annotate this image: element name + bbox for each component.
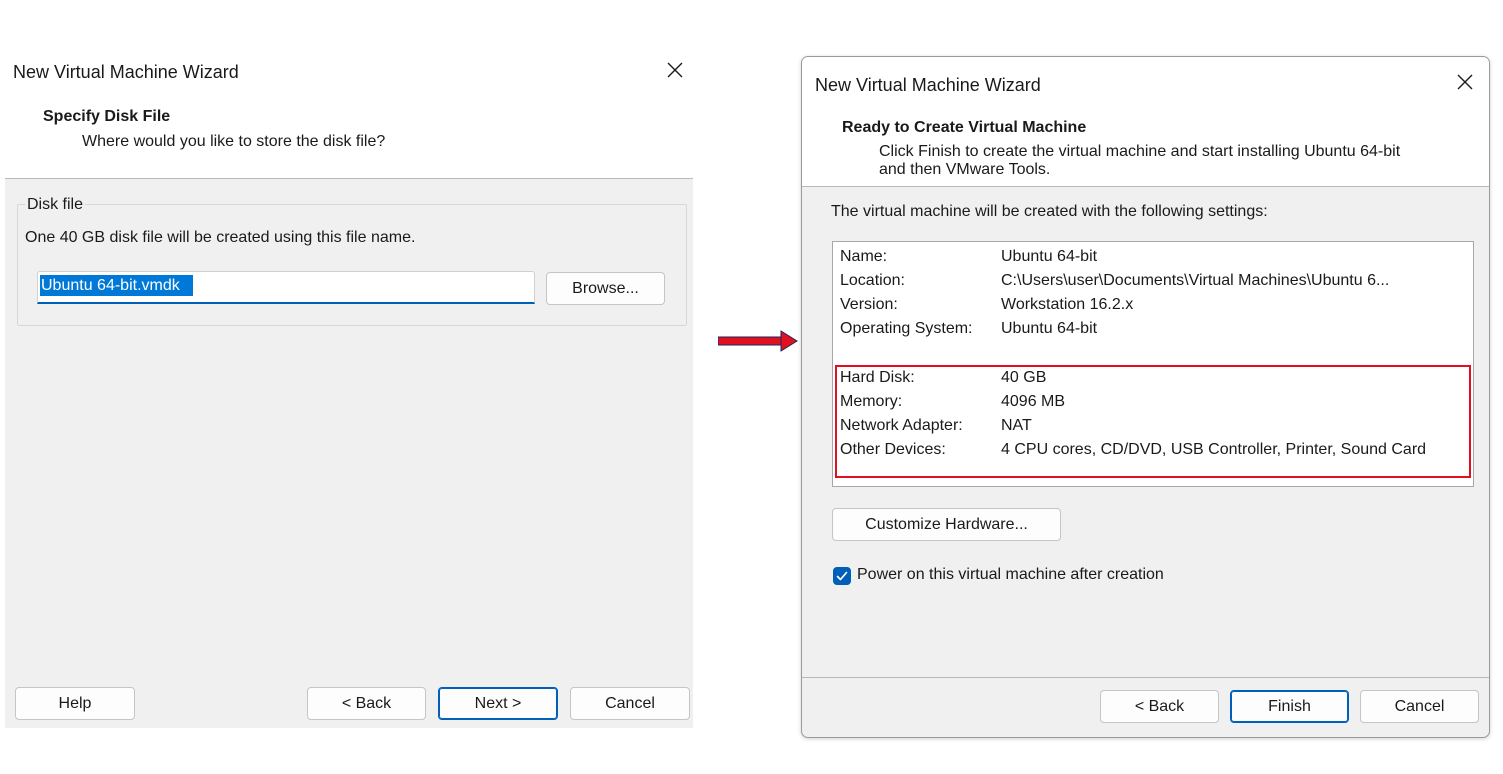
help-button[interactable]: Help xyxy=(15,687,135,720)
ready-to-create-wizard-window: New Virtual Machine Wizard Ready to Crea… xyxy=(801,56,1490,738)
settings-summary-box: Name: Ubuntu 64-bit Location: C:\Users\u… xyxy=(832,241,1474,487)
power-on-label[interactable]: Power on this virtual machine after crea… xyxy=(857,566,1164,584)
checkmark-icon xyxy=(836,571,848,581)
close-icon[interactable] xyxy=(1451,68,1479,96)
hardware-highlight-box xyxy=(835,365,1471,478)
page-subtitle-line1: Click Finish to create the virtual machi… xyxy=(879,143,1401,160)
disk-file-name-field[interactable] xyxy=(37,271,535,304)
setting-value: C:\Users\user\Documents\Virtual Machines… xyxy=(1001,272,1390,289)
setting-key: Name: xyxy=(840,248,888,265)
window-title: New Virtual Machine Wizard xyxy=(815,75,1041,95)
setting-value: Ubuntu 64-bit xyxy=(1001,248,1098,265)
page-subtitle: Where would you like to store the disk f… xyxy=(82,133,386,150)
browse-button[interactable]: Browse... xyxy=(546,272,665,305)
title-bar: New Virtual Machine Wizard Ready to Crea… xyxy=(802,57,1489,186)
header-separator xyxy=(802,186,1489,187)
close-icon[interactable] xyxy=(661,56,689,84)
settings-intro: The virtual machine will be created with… xyxy=(831,203,1268,220)
cancel-button[interactable]: Cancel xyxy=(570,687,690,720)
disk-file-group-label: Disk file xyxy=(25,196,86,214)
finish-button[interactable]: Finish xyxy=(1230,690,1349,723)
page-title: Specify Disk File xyxy=(43,108,171,125)
next-button[interactable]: Next > xyxy=(438,687,558,720)
back-button[interactable]: < Back xyxy=(307,687,426,720)
disk-file-group xyxy=(17,204,687,326)
page-subtitle-line2: and then VMware Tools. xyxy=(879,161,1051,178)
window-title: New Virtual Machine Wizard xyxy=(13,62,239,82)
customize-hardware-button[interactable]: Customize Hardware... xyxy=(832,508,1061,541)
setting-key: Version: xyxy=(840,296,898,313)
title-bar: New Virtual Machine Wizard Specify Disk … xyxy=(5,44,693,178)
power-on-checkbox[interactable] xyxy=(833,567,851,585)
disk-file-wizard-window: New Virtual Machine Wizard Specify Disk … xyxy=(5,44,693,728)
disk-file-name-input[interactable] xyxy=(39,275,521,297)
page-title: Ready to Create Virtual Machine xyxy=(842,119,1087,136)
disk-file-description: One 40 GB disk file will be created usin… xyxy=(25,229,416,246)
setting-key: Location: xyxy=(840,272,905,289)
footer-separator xyxy=(802,677,1489,678)
back-button[interactable]: < Back xyxy=(1100,690,1219,723)
setting-value: Workstation 16.2.x xyxy=(1001,296,1134,313)
header-separator xyxy=(5,178,693,179)
cancel-button[interactable]: Cancel xyxy=(1360,690,1479,723)
setting-key: Operating System: xyxy=(840,320,973,337)
red-arrow-annotation xyxy=(718,330,798,352)
setting-value: Ubuntu 64-bit xyxy=(1001,320,1098,337)
